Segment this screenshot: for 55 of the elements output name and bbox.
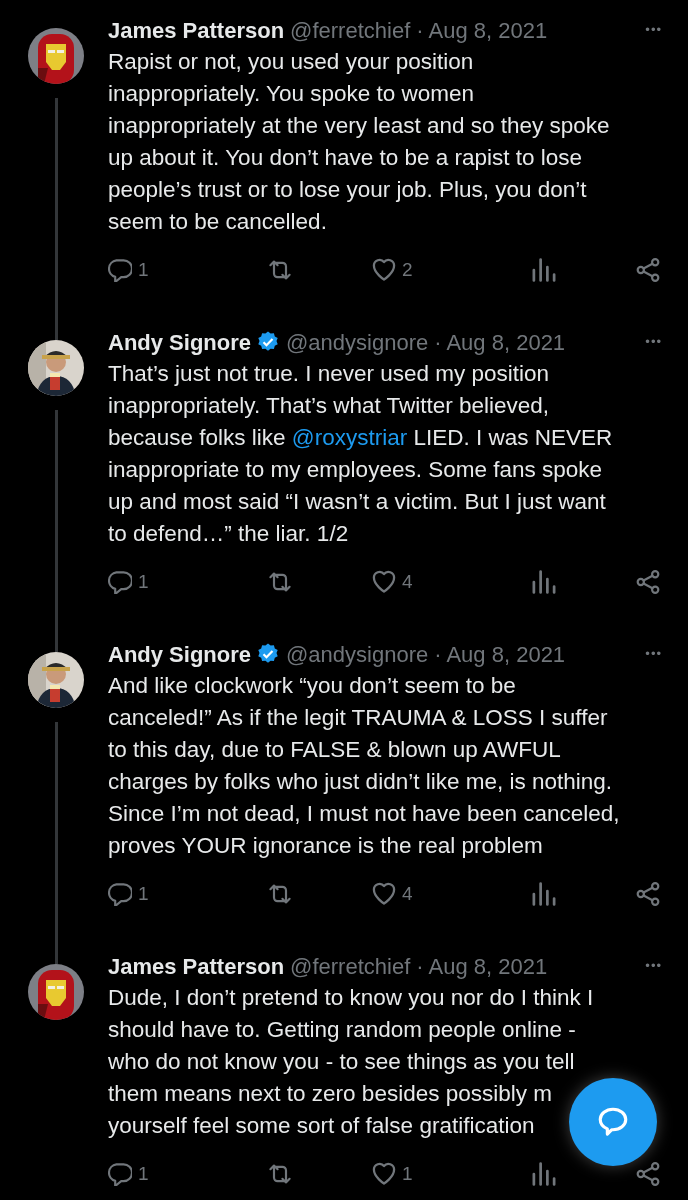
like-icon (372, 1162, 396, 1187)
tweet-date[interactable]: · Aug 8, 2021 (434, 325, 566, 359)
reply-button[interactable]: 1 (108, 880, 188, 909)
more-options-button[interactable]: ••• (645, 20, 662, 40)
tweet-text: And like clockwork “you don’t seem to be canceled!” As if the legit TRAUMA & LOSS I suffer to this day, due to FALSE & blown up AWFUL charges by folks who just didn’t like me, is nothing. Since I’m not dead, I must not have been canceled, proves YOUR ignorance is the real problem (108, 672, 620, 860)
views-button[interactable] (532, 1162, 556, 1187)
views-button[interactable] (532, 882, 556, 907)
like-icon (372, 258, 396, 283)
author-name[interactable]: Andy Signore (108, 637, 251, 671)
views-icon (532, 882, 556, 907)
share-icon (636, 570, 660, 595)
like-icon (372, 570, 396, 595)
share-button[interactable] (636, 882, 660, 907)
reply-button[interactable]: 1 (108, 256, 188, 285)
user-handle[interactable]: @andysignore (286, 637, 429, 671)
more-options-button[interactable]: ••• (645, 956, 662, 976)
share-icon (636, 882, 660, 907)
reply-icon (108, 1162, 132, 1187)
reply-icon (108, 882, 132, 907)
like-button[interactable]: 4 (372, 880, 452, 909)
author-name[interactable]: James Patterson (108, 13, 285, 47)
tweet-text: Rapist or not, you used your position inappropriately. You spoke to women inappropriately at the very least and so they spoke up about it. You don’t have to be a rapist to lose people’s trust or to lose your job. Plus, you don’t seem to be cancelled. (108, 48, 610, 236)
reply-button[interactable]: 1 (108, 1160, 188, 1189)
tweet-date[interactable]: · Aug 8, 2021 (416, 949, 548, 983)
author-name[interactable]: Andy Signore (108, 325, 251, 359)
floating-reply-button[interactable] (569, 1078, 657, 1166)
speech-bubble-icon (596, 1105, 630, 1139)
tweet-text: them means next to zero besides possibly m yourself feel some sort of false gratification (108, 1080, 552, 1140)
like-button[interactable]: 4 (372, 568, 452, 597)
share-icon (636, 1162, 660, 1187)
reply-button[interactable]: 1 (108, 568, 188, 597)
views-icon (532, 1162, 556, 1187)
tweet-text: That’s just not true. I never used my position inappropriately. That’s what Twitter believed, because folks like @roxystriar LIED. I was NEVER inappropriate to my employees. Some fans spoke up and most said “I wasn’t a victim. But I just want to defend…” the liar. 1/2 (108, 360, 613, 548)
tweet-date[interactable]: · Aug 8, 2021 (416, 13, 548, 47)
user-handle[interactable]: @andysignore (286, 325, 429, 359)
more-options-button[interactable]: ••• (645, 644, 662, 664)
more-options-button[interactable]: ••• (645, 332, 662, 352)
share-button[interactable] (636, 570, 660, 595)
views-icon (532, 258, 556, 283)
like-icon (372, 882, 396, 907)
reply-icon (108, 258, 132, 283)
author-name[interactable]: James Patterson (108, 949, 285, 983)
share-button[interactable] (636, 1162, 660, 1187)
mention-link[interactable]: @roxystriar (291, 425, 408, 450)
views-button[interactable] (532, 258, 556, 283)
reply-icon (108, 570, 132, 595)
views-button[interactable] (532, 570, 556, 595)
user-handle[interactable]: @ferretchief (290, 13, 411, 47)
like-button[interactable]: 1 (372, 1160, 452, 1189)
views-icon (532, 570, 556, 595)
like-button[interactable]: 2 (372, 256, 452, 285)
user-handle[interactable]: @ferretchief (290, 949, 411, 983)
share-button[interactable] (636, 258, 660, 283)
tweet-date[interactable]: · Aug 8, 2021 (434, 637, 566, 671)
share-icon (636, 258, 660, 283)
